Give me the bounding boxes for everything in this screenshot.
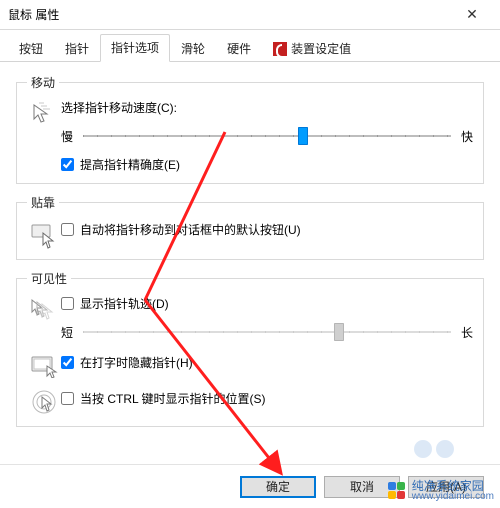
pointer-speed-slider[interactable] xyxy=(83,126,451,146)
ctrl-locate-icon xyxy=(27,386,61,416)
window-title: 鼠标 属性 xyxy=(8,6,452,23)
group-snap-legend: 贴靠 xyxy=(27,194,59,211)
tab-wheel[interactable]: 滑轮 xyxy=(170,35,216,62)
watermark-ghost-icon xyxy=(414,434,460,464)
trails-long: 长 xyxy=(461,324,473,341)
hide-typing-icon xyxy=(27,352,61,378)
trails-short: 短 xyxy=(61,324,73,341)
hide-while-typing-checkbox[interactable]: 在打字时隐藏指针(H) xyxy=(61,354,473,371)
watermark-logo-icon xyxy=(388,482,406,500)
show-trails-checkbox[interactable]: 显示指针轨迹(D) xyxy=(61,295,473,312)
tabstrip: 按钮 指针 指针选项 滑轮 硬件 装置设定值 xyxy=(0,30,500,62)
watermark-url: www.yidaimei.com xyxy=(412,492,494,502)
synaptics-icon xyxy=(273,42,287,56)
tab-device-settings[interactable]: 装置设定值 xyxy=(262,35,362,62)
group-visibility-legend: 可见性 xyxy=(27,270,71,287)
trails-icon xyxy=(27,295,61,323)
group-motion-legend: 移动 xyxy=(27,74,59,91)
pointer-speed-slow: 慢 xyxy=(61,128,73,145)
titlebar: 鼠标 属性 ✕ xyxy=(0,0,500,30)
ok-button[interactable]: 确定 xyxy=(240,476,316,498)
group-visibility: 可见性 显示指针轨迹(D) 短 xyxy=(16,270,484,427)
group-motion: 移动 选择指针移动速度(C): 慢 快 提 xyxy=(16,74,484,184)
tab-pointers[interactable]: 指针 xyxy=(54,35,100,62)
enhance-precision-checkbox[interactable]: 提高指针精确度(E) xyxy=(61,156,473,173)
snap-to-default-checkbox[interactable]: 自动将指针移动到对话框中的默认按钮(U) xyxy=(61,221,473,238)
close-button[interactable]: ✕ xyxy=(452,1,492,29)
tab-hardware[interactable]: 硬件 xyxy=(216,35,262,62)
tab-panel: 移动 选择指针移动速度(C): 慢 快 提 xyxy=(0,62,500,427)
ctrl-locate-checkbox[interactable]: 当按 CTRL 键时显示指针的位置(S) xyxy=(61,390,473,407)
snap-icon xyxy=(27,219,61,249)
pointer-speed-icon xyxy=(27,99,61,129)
show-trails-input[interactable] xyxy=(61,297,74,310)
pointer-speed-fast: 快 xyxy=(461,128,473,145)
snap-to-default-input[interactable] xyxy=(61,223,74,236)
watermark: 纯净系统家园 www.yidaimei.com xyxy=(388,480,494,502)
trails-slider xyxy=(83,322,451,342)
enhance-precision-input[interactable] xyxy=(61,158,74,171)
ctrl-locate-input[interactable] xyxy=(61,392,74,405)
hide-while-typing-input[interactable] xyxy=(61,356,74,369)
pointer-speed-label: 选择指针移动速度(C): xyxy=(61,99,473,116)
group-snap: 贴靠 自动将指针移动到对话框中的默认按钮(U) xyxy=(16,194,484,260)
tab-pointer-options[interactable]: 指针选项 xyxy=(100,34,170,62)
tab-buttons[interactable]: 按钮 xyxy=(8,35,54,62)
